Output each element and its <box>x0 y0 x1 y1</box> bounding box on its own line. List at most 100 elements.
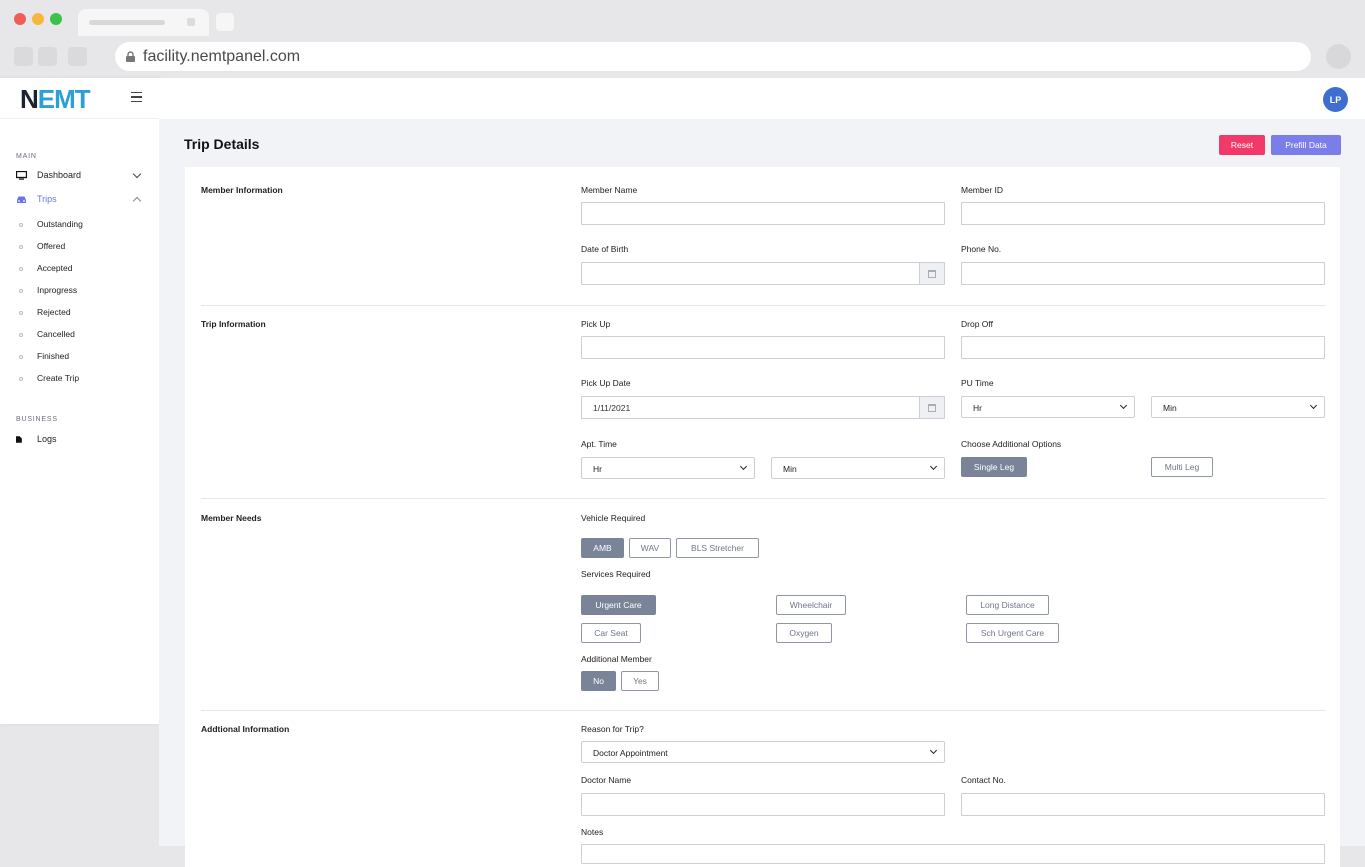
close-window-button[interactable] <box>14 13 26 25</box>
section-main: MAIN <box>16 153 37 160</box>
service-car-seat-button[interactable]: Car Seat <box>581 623 641 643</box>
pu-time-hour-select[interactable]: Hr <box>961 396 1135 418</box>
monitor-icon <box>16 170 27 180</box>
member-id-input[interactable] <box>961 202 1325 225</box>
page-title: Trip Details <box>184 136 260 152</box>
chevron-down-icon <box>1309 401 1318 410</box>
apt-time-label: Apt. Time <box>581 439 617 449</box>
vehicle-wav-button[interactable]: WAV <box>629 538 671 558</box>
phone-label: Phone No. <box>961 244 1002 254</box>
additional-options-label: Choose Additional Options <box>961 439 1062 449</box>
dob-input[interactable] <box>581 262 945 285</box>
drop-off-input[interactable] <box>961 336 1325 359</box>
nemt-logo[interactable]: N EMT <box>20 84 91 114</box>
sidebar-sub-create-trip[interactable]: Create Trip <box>19 373 79 383</box>
divider <box>201 498 1325 499</box>
close-tab-icon[interactable] <box>187 18 195 26</box>
brand: N EMT <box>0 78 159 119</box>
service-urgent-care-button[interactable]: Urgent Care <box>581 595 656 615</box>
single-leg-button[interactable]: Single Leg <box>961 457 1027 477</box>
contact-no-input[interactable] <box>961 793 1325 816</box>
contact-no-label: Contact No. <box>961 775 1006 785</box>
dob-label: Date of Birth <box>581 244 629 254</box>
pick-up-date-label: Pick Up Date <box>581 378 631 388</box>
avatar[interactable]: LP <box>1323 87 1348 112</box>
notes-label: Notes <box>581 827 604 837</box>
member-id-label: Member ID <box>961 185 1004 195</box>
chevron-down-icon <box>739 462 748 471</box>
maximize-window-button[interactable] <box>50 13 62 25</box>
service-long-distance-button[interactable]: Long Distance <box>966 595 1049 615</box>
sidebar-sub-offered[interactable]: Offered <box>19 241 65 251</box>
browser-chrome: facility.nemtpanel.com <box>0 0 1365 78</box>
member-name-label: Member Name <box>581 185 638 195</box>
prefill-data-button[interactable]: Prefill Data <box>1271 135 1341 155</box>
chevron-down-icon <box>1119 401 1128 410</box>
section-business: BUSINESS <box>16 416 58 423</box>
notes-textarea[interactable] <box>581 844 1325 864</box>
apt-time-min-select[interactable]: Min <box>771 457 945 479</box>
service-oxygen-button[interactable]: Oxygen <box>776 623 832 643</box>
url-text: facility.nemtpanel.com <box>143 48 301 65</box>
vehicle-bls-stretcher-button[interactable]: BLS Stretcher <box>676 538 759 558</box>
chevron-down-icon[interactable] <box>132 169 142 179</box>
chevron-down-icon <box>929 746 938 755</box>
browser-tab[interactable] <box>78 9 209 36</box>
reason-label: Reason for Trip? <box>581 724 644 734</box>
back-button[interactable] <box>14 47 33 66</box>
apt-time-hour-select[interactable]: Hr <box>581 457 755 479</box>
top-bar: LP <box>159 78 1365 119</box>
minimize-window-button[interactable] <box>32 13 44 25</box>
sidebar-item-trips[interactable]: Trips <box>16 194 57 204</box>
sidebar-sub-accepted[interactable]: Accepted <box>19 263 72 273</box>
sidebar-sub-rejected[interactable]: Rejected <box>19 307 71 317</box>
service-sch-urgent-care-button[interactable]: Sch Urgent Care <box>966 623 1059 643</box>
calendar-icon[interactable] <box>919 397 944 418</box>
doctor-name-input[interactable] <box>581 793 945 816</box>
service-wheelchair-button[interactable]: Wheelchair <box>776 595 846 615</box>
reset-button[interactable]: Reset <box>1219 135 1265 155</box>
sidebar-sub-cancelled[interactable]: Cancelled <box>19 329 75 339</box>
calendar-icon[interactable] <box>919 263 944 284</box>
sidebar-sub-finished[interactable]: Finished <box>19 351 69 361</box>
sidebar-item-dashboard[interactable]: Dashboard <box>16 170 81 180</box>
main-content: Trip Details Reset Prefill Data Member I… <box>159 119 1365 867</box>
lock-icon <box>126 51 135 62</box>
chevron-up-icon[interactable] <box>132 196 142 206</box>
section-additional-information: Addtional Information <box>201 724 290 734</box>
vehicle-required-label: Vehicle Required <box>581 513 646 523</box>
additional-member-no-button[interactable]: No <box>581 671 616 691</box>
vehicle-amb-button[interactable]: AMB <box>581 538 624 558</box>
forward-button[interactable] <box>38 47 57 66</box>
chevron-down-icon <box>929 462 938 471</box>
section-member-information: Member Information <box>201 185 283 195</box>
sidebar: N EMT MAIN Dashboard Trips Outstanding Of… <box>0 78 159 724</box>
sidebar-sub-outstanding[interactable]: Outstanding <box>19 219 83 229</box>
divider <box>201 710 1325 711</box>
pick-up-input[interactable] <box>581 336 945 359</box>
file-icon <box>16 435 22 443</box>
divider <box>201 305 1325 306</box>
additional-member-yes-button[interactable]: Yes <box>621 671 659 691</box>
sidebar-sub-inprogress[interactable]: Inprogress <box>19 285 77 295</box>
phone-input[interactable] <box>961 262 1325 285</box>
trip-form-card: Member Information Member Name Member ID… <box>185 167 1340 867</box>
drop-off-label: Drop Off <box>961 319 993 329</box>
menu-toggle-icon[interactable] <box>131 92 142 102</box>
pu-time-min-select[interactable]: Min <box>1151 396 1325 418</box>
address-bar[interactable]: facility.nemtpanel.com <box>115 42 1311 71</box>
sidebar-item-logs[interactable]: Logs <box>16 434 57 444</box>
car-icon <box>17 196 26 203</box>
pu-time-label: PU Time <box>961 378 994 388</box>
services-required-label: Services Required <box>581 569 651 579</box>
browser-profile-icon[interactable] <box>1326 44 1351 69</box>
multi-leg-button[interactable]: Multi Leg <box>1151 457 1213 477</box>
reload-button[interactable] <box>68 47 87 66</box>
pick-up-date-input[interactable]: 1/11/2021 <box>581 396 945 419</box>
member-name-input[interactable] <box>581 202 945 225</box>
doctor-name-label: Doctor Name <box>581 775 632 785</box>
new-tab-button[interactable] <box>216 13 234 31</box>
section-trip-information: Trip Information <box>201 319 266 329</box>
additional-member-label: Additional Member <box>581 654 652 664</box>
reason-select[interactable]: Doctor Appointment <box>581 741 945 763</box>
